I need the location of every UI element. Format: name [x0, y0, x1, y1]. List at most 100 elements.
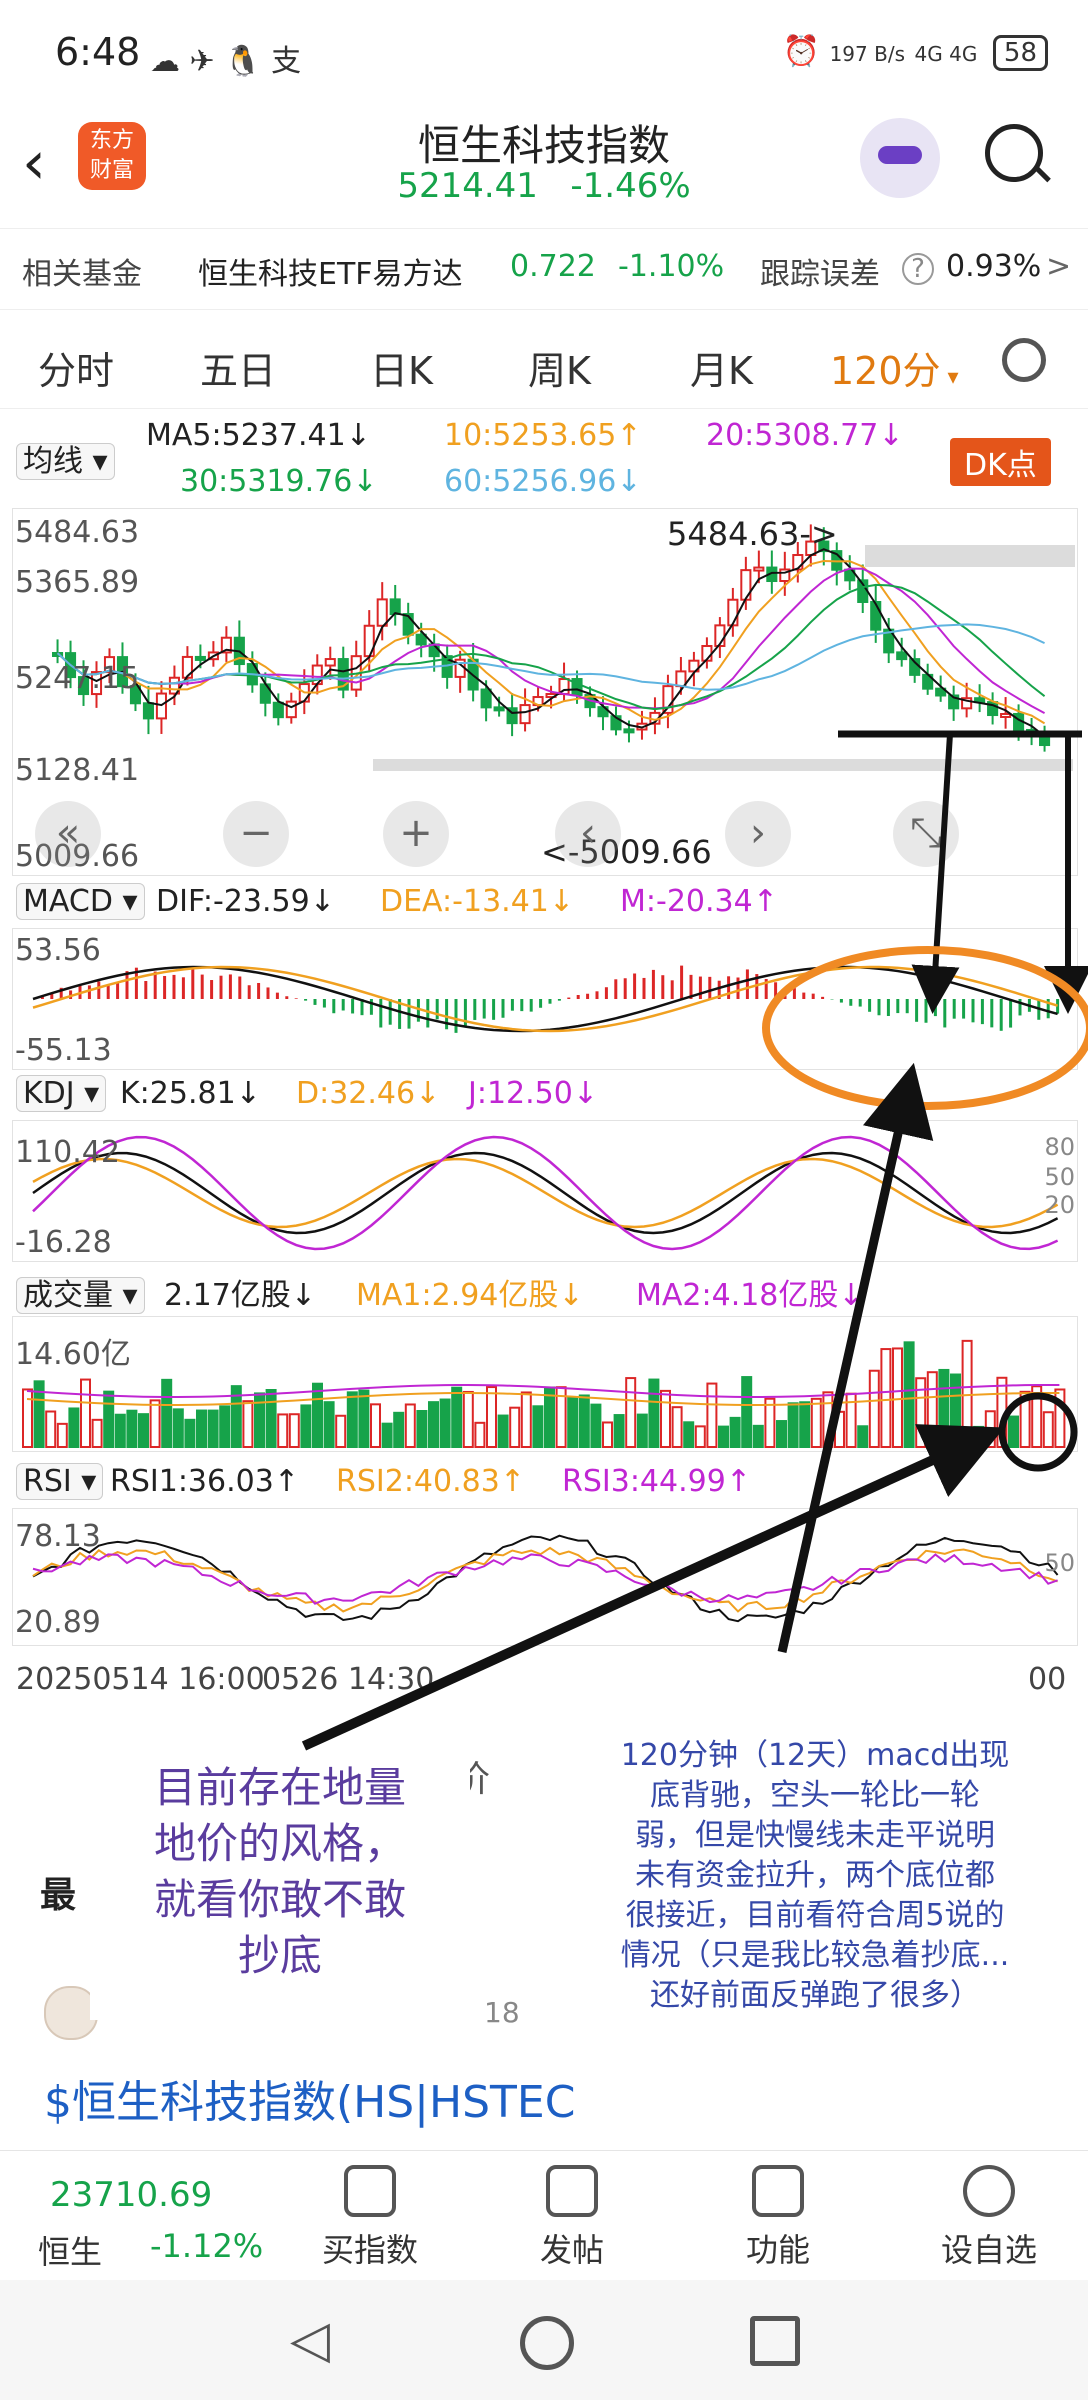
ma-selector[interactable]: 均线 ▾ — [16, 436, 115, 480]
dk-point-button[interactable]: DK点 — [950, 438, 1051, 486]
volume-bar — [312, 1382, 323, 1448]
rsi-y-top: 78.13 — [15, 1519, 101, 1554]
stock-tag-link[interactable]: $恒生科技指数(HS|HSTEC — [44, 2066, 575, 2130]
signal-icon: 4G 4G — [914, 42, 978, 66]
volume-bar — [973, 1425, 985, 1448]
buy-index-button[interactable]: 买指数 — [310, 2165, 430, 2271]
more-icon — [963, 2165, 1015, 2217]
candle — [415, 633, 427, 646]
volume-bar — [497, 1414, 509, 1448]
volume-bar — [404, 1403, 416, 1448]
index-name: 恒生 — [38, 2233, 103, 2271]
volume-bar — [126, 1409, 138, 1448]
fund-name[interactable]: 恒生科技ETF易方达 — [198, 249, 463, 293]
candle — [194, 655, 206, 661]
tab-monthly-k[interactable]: 月K — [690, 340, 753, 395]
macd-line — [32, 965, 1058, 1033]
volume-bar — [648, 1378, 660, 1448]
volume-bar — [1008, 1415, 1019, 1448]
tab-weekly-k[interactable]: 周K — [528, 340, 591, 395]
tab-daily-k[interactable]: 日K — [370, 340, 433, 395]
volume-bar — [868, 1369, 880, 1448]
volume-bar — [161, 1378, 173, 1448]
volume-bar — [718, 1425, 729, 1448]
ma20-value: 20:5308.77↓ — [706, 418, 904, 453]
kdj-panel[interactable]: 110.42 -16.28 80 50 20 — [12, 1120, 1078, 1262]
volume-bar — [474, 1421, 486, 1448]
volume-bar — [950, 1373, 961, 1449]
rsi-selector[interactable]: RSI ▾ — [16, 1463, 104, 1500]
scroll-left-icon[interactable]: « — [35, 801, 101, 867]
kdj-selector[interactable]: KDJ ▾ — [16, 1075, 107, 1112]
related-fund-bar[interactable]: 相关基金 恒生科技ETF易方达 0.722 -1.10% 跟踪误差 ? 0.93… — [0, 228, 1088, 310]
home-circle-icon[interactable] — [520, 2316, 574, 2370]
macd-m: M:-20.34↑ — [620, 884, 778, 919]
search-icon[interactable] — [985, 124, 1043, 182]
volume-bar — [590, 1403, 602, 1448]
kdj-line — [32, 1157, 1059, 1229]
volume-bar — [915, 1377, 927, 1448]
volume-panel[interactable]: 14.60亿 — [12, 1316, 1078, 1452]
post-preview[interactable]: $恒生科技指数(HS|HSTEC — [0, 2030, 1088, 2150]
ma10-value: 10:5253.65↑ — [444, 418, 642, 453]
volume-bar — [706, 1382, 718, 1449]
volume-bar — [381, 1422, 393, 1448]
volume-bar — [45, 1410, 57, 1448]
volume-bar — [370, 1403, 381, 1448]
candle — [376, 598, 388, 627]
volume-bar — [752, 1424, 764, 1448]
tab-intraday[interactable]: 分时 — [38, 340, 114, 395]
candle — [493, 706, 505, 712]
volume-bar — [787, 1402, 799, 1448]
tab-120min[interactable]: 120分 ▾ — [830, 340, 959, 395]
candlestick-panel[interactable]: 5484.63 5365.89 5247.15 5128.41 5009.66 … — [12, 508, 1078, 876]
edit-icon — [546, 2165, 598, 2217]
add-watchlist-button[interactable]: 设自选 — [924, 2165, 1054, 2271]
step-left-icon[interactable]: ‹ — [555, 801, 621, 867]
volume-bar — [451, 1386, 463, 1448]
volume-bar — [625, 1377, 637, 1449]
robot-assistant-icon[interactable] — [860, 118, 940, 198]
post-fragment-left: 最 — [40, 1875, 77, 1916]
volume-bar — [880, 1348, 892, 1448]
rsi-chart — [32, 1534, 1059, 1623]
volume-bar — [184, 1418, 196, 1449]
volume-bar — [219, 1405, 231, 1448]
functions-button[interactable]: 功能 — [718, 2165, 838, 2271]
volume-bar — [439, 1398, 451, 1448]
volume-bar — [114, 1413, 126, 1448]
zoom-out-icon[interactable]: − — [223, 801, 289, 867]
recents-square-icon[interactable] — [750, 2316, 800, 2366]
candle — [285, 700, 297, 719]
fullscreen-icon[interactable]: ⤡ — [893, 801, 959, 867]
kdj-d: D:32.46↓ — [296, 1076, 441, 1111]
volume-selector[interactable]: 成交量 ▾ — [16, 1270, 145, 1314]
volume-bar — [265, 1389, 277, 1449]
macd-y-bottom: -55.13 — [15, 1033, 112, 1068]
alarm-icon: ⏰ — [782, 34, 821, 69]
volume-bar — [416, 1410, 428, 1448]
zoom-in-icon[interactable]: + — [383, 801, 449, 867]
volume-bar — [277, 1413, 289, 1448]
volume-bar — [80, 1378, 91, 1448]
time-axis-mid: 0526 14:30 — [262, 1662, 435, 1697]
rsi-panel[interactable]: 78.13 20.89 50 — [12, 1508, 1078, 1646]
volume-bar — [567, 1396, 579, 1449]
back-triangle-icon[interactable]: ◁ — [290, 2310, 330, 2370]
post-button[interactable]: 发帖 — [512, 2165, 632, 2271]
gear-icon[interactable] — [1002, 338, 1046, 382]
volume-bar — [602, 1421, 613, 1449]
kdj-level-20: 20 — [1044, 1191, 1075, 1219]
period-tabs: 分时 五日 日K 周K 月K 120分 ▾ — [0, 318, 1088, 409]
macd-selector[interactable]: MACD ▾ — [16, 883, 145, 920]
y-label-2: 5365.89 — [15, 565, 140, 600]
step-right-icon[interactable]: › — [725, 801, 791, 867]
volume-bar — [393, 1411, 405, 1448]
macd-panel[interactable]: 53.56 -55.13 — [12, 928, 1078, 1070]
volume-bar — [1031, 1385, 1043, 1448]
tab-five-day[interactable]: 五日 — [200, 340, 276, 395]
volume-bar — [834, 1410, 845, 1448]
annotation-note-left: 目前存在地量 地价的风格， 就看你敢不敢 抄底 — [90, 1760, 470, 2020]
help-icon[interactable]: ? — [902, 253, 934, 285]
kdj-y-bottom: -16.28 — [15, 1225, 112, 1260]
